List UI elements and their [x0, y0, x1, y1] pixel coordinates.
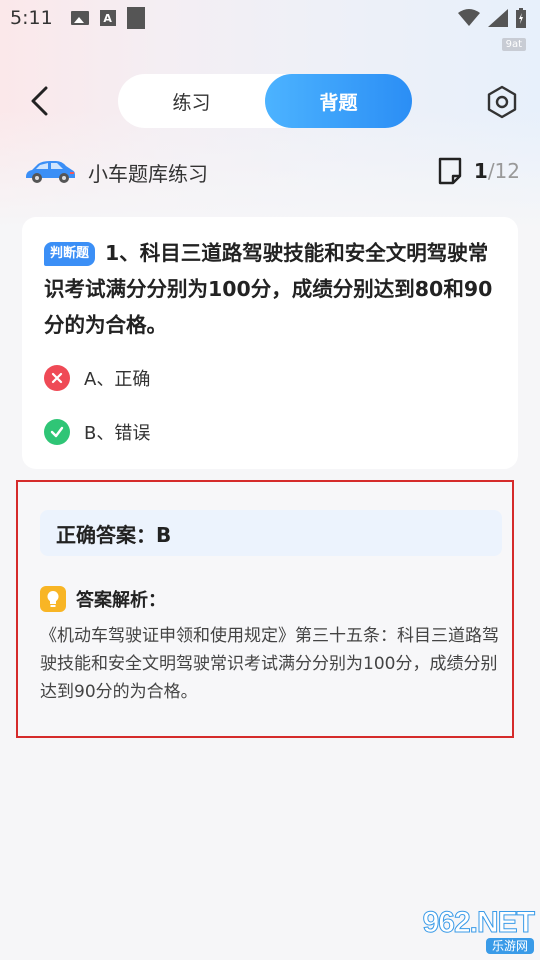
font-notification-icon: A	[99, 10, 117, 26]
app-notification-icon	[126, 7, 145, 29]
analysis-text: 《机动车驾驶证申领和使用规定》第三十五条：科目三道路驾驶技能和安全文明驾驶常识考…	[40, 626, 499, 702]
wifi-icon	[458, 9, 480, 26]
watermark-subtitle: 乐游网	[485, 938, 534, 954]
check-icon	[44, 419, 70, 445]
question-progress[interactable]: 1/12	[436, 156, 520, 186]
question-text: 1、科目三道路驾驶技能和安全文明驾驶常识考试满分分别为100分，成绩分别达到80…	[44, 241, 493, 337]
tab-practice[interactable]: 练习	[118, 74, 265, 128]
bank-title: 小车题库练习	[88, 161, 208, 186]
answer-sheet-icon	[438, 157, 462, 185]
chevron-left-icon	[31, 86, 48, 116]
status-time: 5:11	[10, 7, 53, 29]
settings-button[interactable]	[484, 84, 520, 120]
site-watermark: 962.NET 乐游网	[404, 906, 536, 956]
option-a[interactable]: A、正确	[44, 365, 150, 391]
image-notification-icon	[70, 10, 89, 26]
tab-memorize[interactable]: 背题	[265, 74, 412, 128]
question-type-badge: 判断题	[44, 242, 96, 266]
signal-icon	[488, 9, 508, 27]
option-b-label: B、错误	[84, 423, 151, 444]
status-bar: 5:11 A	[0, 0, 540, 36]
option-a-label: A、正确	[84, 369, 151, 390]
analysis-header: 答案解析：	[40, 586, 166, 612]
progress-current: 1	[473, 159, 488, 183]
settings-hexagon-icon	[487, 85, 517, 119]
question-card: 判断题 1、科目三道路驾驶技能和安全文明驾驶常识考试满分分别为100分，成绩分别达…	[22, 217, 518, 469]
progress-total: /12	[487, 159, 520, 183]
system-icons	[458, 8, 526, 28]
wrong-icon	[44, 365, 70, 391]
car-icon	[26, 161, 75, 183]
battery-icon	[516, 8, 526, 28]
header: 练习 背题	[0, 74, 540, 128]
lightbulb-icon	[40, 586, 66, 612]
question-bank-row: 小车题库练习 1/12	[24, 152, 520, 192]
watermark-tag: 9at	[501, 38, 526, 51]
question-text-block: 判断题 1、科目三道路驾驶技能和安全文明驾驶常识考试满分分别为100分，成绩分别达…	[44, 235, 496, 343]
notification-icons: A	[70, 7, 145, 29]
correct-answer: 正确答案：B	[40, 510, 502, 556]
answer-section: 正确答案：B 答案解析： 《机动车驾驶证申领和使用规定》第三十五条：科目三道路驾…	[16, 480, 514, 738]
mode-switch: 练习 背题	[118, 74, 412, 128]
watermark-logo: 962.NET	[422, 906, 535, 939]
option-b[interactable]: B、错误	[44, 419, 150, 445]
back-button[interactable]	[22, 84, 56, 118]
analysis-title: 答案解析：	[76, 590, 166, 611]
